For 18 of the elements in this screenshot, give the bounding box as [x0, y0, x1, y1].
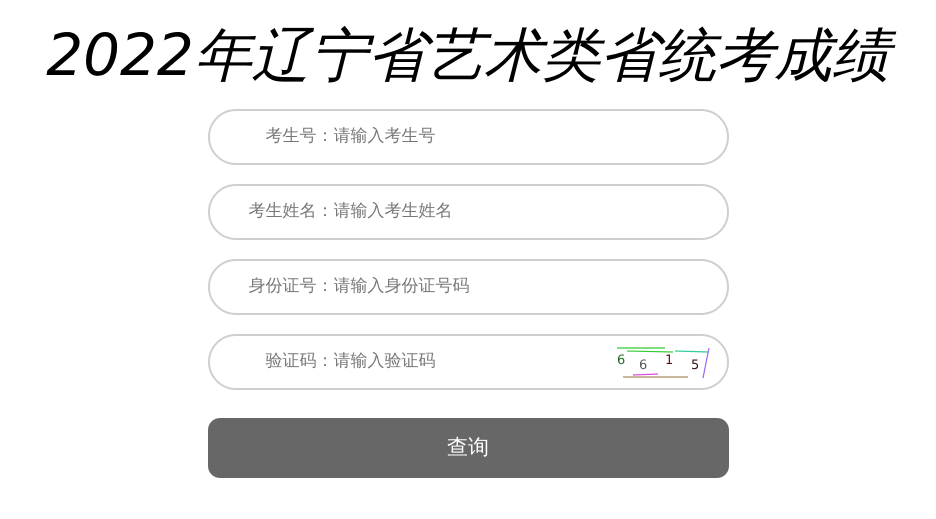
captcha-character: 6 [616, 352, 625, 368]
text-input[interactable]: 请输入考生号 [334, 124, 726, 150]
text-input[interactable]: 请输入身份证号码 [334, 274, 726, 300]
input-field[interactable]: 考生号：请输入考生号 [208, 108, 728, 165]
field-label: 考生姓名： [248, 200, 334, 223]
text-input[interactable]: 请输入考生姓名 [334, 198, 726, 224]
captcha-character: 5 [690, 358, 699, 373]
captcha-character: 6 [638, 358, 647, 373]
page-title: 2022年辽宁省艺术类省统考成绩 [0, 22, 936, 89]
text-input[interactable]: 请输入验证码 [334, 348, 612, 374]
field-label: 身份证号： [248, 274, 334, 298]
query-button[interactable]: 查询 [208, 418, 728, 478]
input-field[interactable]: 身份证号：请输入身份证号码 [208, 258, 728, 315]
captcha-character: 1 [664, 352, 673, 368]
input-field[interactable]: 验证码：请输入验证码 6 6 1 5 [208, 334, 728, 390]
field-label: 验证码： [264, 350, 334, 373]
field-label: 考生号： [264, 124, 334, 148]
input-field[interactable]: 考生姓名：请输入考生姓名 [208, 184, 728, 240]
